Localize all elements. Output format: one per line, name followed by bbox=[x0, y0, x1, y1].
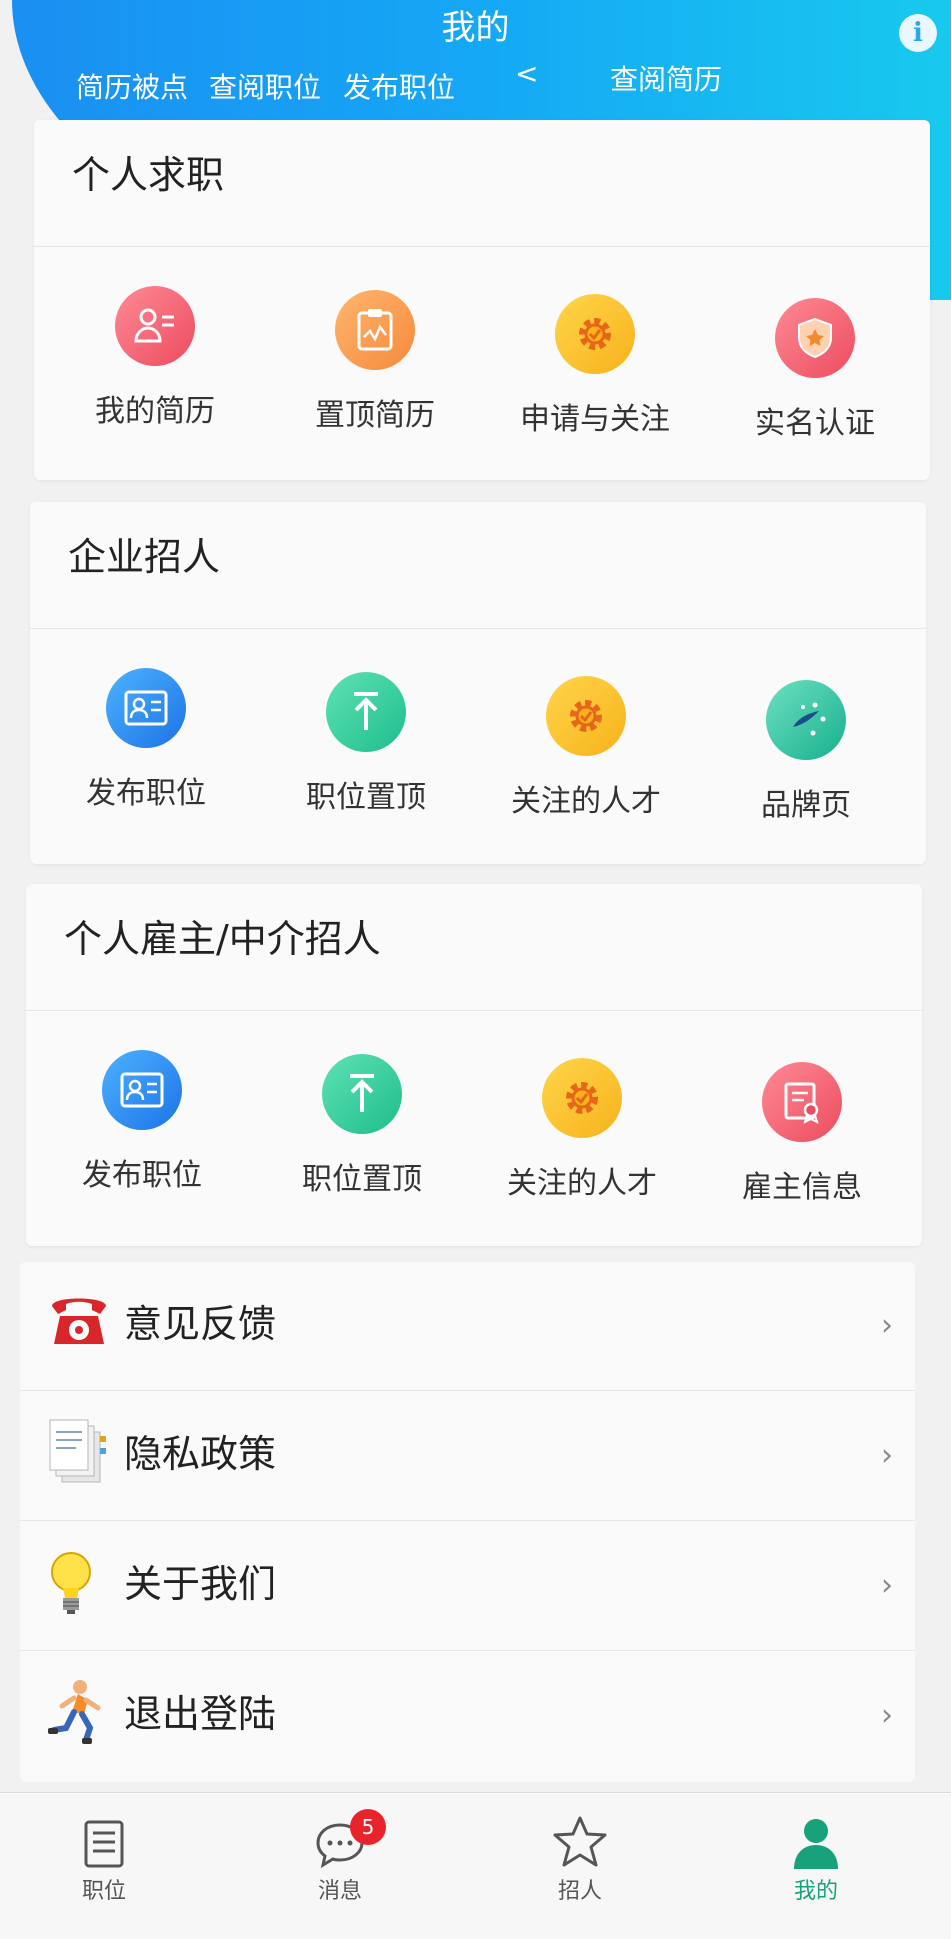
section-individual-employer: 个人雇主/中介招人 发布职位 职位置顶 关注的人才 雇主信息 bbox=[26, 884, 922, 1246]
divider bbox=[34, 246, 930, 247]
page-title: 我的 bbox=[441, 8, 510, 48]
chevron-right-icon: › bbox=[881, 1568, 893, 1603]
tab-hiring[interactable]: 招人 bbox=[510, 1811, 650, 1907]
tab-label: 消息 bbox=[317, 1879, 362, 1904]
menu-label: 意见反馈 bbox=[124, 1302, 277, 1346]
header-link-view-resumes[interactable]: 查阅简历 bbox=[610, 60, 722, 100]
grid-item-post-job[interactable]: 发布职位 bbox=[42, 1050, 242, 1196]
grid-item-pin-job[interactable]: 职位置顶 bbox=[262, 1054, 462, 1200]
tab-me[interactable]: 我的 bbox=[746, 1811, 886, 1907]
grid-label: 实名认证 bbox=[755, 406, 875, 441]
grid-label: 申请与关注 bbox=[520, 402, 670, 437]
info-icon[interactable]: i bbox=[899, 14, 937, 52]
section-company-hiring: 企业招人 发布职位 职位置顶 关注的人才 品牌页 bbox=[30, 502, 926, 864]
documents-icon bbox=[46, 1418, 112, 1490]
grid-item-employer-info[interactable]: 雇主信息 bbox=[702, 1062, 902, 1208]
divider bbox=[20, 1390, 915, 1391]
id-card-icon bbox=[106, 668, 186, 748]
grid-label: 职位置顶 bbox=[302, 1162, 422, 1197]
unread-badge: 5 bbox=[350, 1809, 386, 1845]
grid-label: 关注的人才 bbox=[511, 784, 661, 819]
section-title: 个人求职 bbox=[72, 153, 225, 197]
divider bbox=[20, 1520, 915, 1521]
shield-icon bbox=[775, 298, 855, 378]
section-job-seeker: 个人求职 我的简历 置顶简历 申请与关注 实名认证 bbox=[34, 120, 930, 480]
grid-label: 职位置顶 bbox=[306, 780, 426, 815]
header-link-resume-clicked[interactable]: 简历被点 bbox=[76, 68, 188, 108]
grid-item-pin-job[interactable]: 职位置顶 bbox=[266, 672, 466, 818]
grid-label: 置顶简历 bbox=[315, 398, 435, 433]
arrow-top-icon bbox=[322, 1054, 402, 1134]
menu-label: 关于我们 bbox=[124, 1562, 277, 1606]
gear-check-icon bbox=[542, 1058, 622, 1138]
telephone-icon bbox=[46, 1288, 112, 1360]
clipboard-chart-icon bbox=[335, 290, 415, 370]
star-icon bbox=[510, 1811, 650, 1869]
grid-label: 发布职位 bbox=[82, 1158, 202, 1193]
section-title: 企业招人 bbox=[68, 535, 221, 579]
chat-bubble-icon bbox=[270, 1811, 410, 1869]
divider bbox=[30, 628, 926, 629]
header-link-view-jobs[interactable]: 查阅职位 bbox=[209, 68, 321, 108]
lightbulb-icon bbox=[46, 1548, 112, 1620]
grid-item-followed-talent[interactable]: 关注的人才 bbox=[486, 676, 686, 822]
grid-item-brand-page[interactable]: 品牌页 bbox=[706, 680, 906, 826]
chevron-right-icon: › bbox=[881, 1698, 893, 1733]
header-link-post-job[interactable]: 发布职位 bbox=[343, 68, 455, 108]
resume-icon bbox=[115, 286, 195, 366]
chevron-right-icon: › bbox=[881, 1308, 893, 1343]
menu-label: 隐私政策 bbox=[124, 1432, 277, 1476]
grid-label: 发布职位 bbox=[86, 776, 206, 811]
divider bbox=[26, 1010, 922, 1011]
grid-label: 品牌页 bbox=[761, 788, 851, 823]
tab-label: 职位 bbox=[81, 1879, 126, 1904]
id-card-icon bbox=[102, 1050, 182, 1130]
menu-item-feedback[interactable]: 意见反馈 › bbox=[20, 1262, 915, 1390]
grid-item-verification[interactable]: 实名认证 bbox=[715, 298, 915, 444]
tab-label: 我的 bbox=[793, 1879, 838, 1904]
tab-jobs[interactable]: 职位 bbox=[34, 1811, 174, 1907]
grid-item-my-resume[interactable]: 我的简历 bbox=[55, 286, 255, 432]
menu-item-privacy[interactable]: 隐私政策 › bbox=[20, 1392, 915, 1520]
tab-label: 招人 bbox=[557, 1879, 602, 1904]
header-link-partial[interactable]: < bbox=[515, 54, 538, 94]
grid-item-post-job[interactable]: 发布职位 bbox=[46, 668, 246, 814]
grid-item-followed-talent[interactable]: 关注的人才 bbox=[482, 1058, 682, 1204]
grid-label: 关注的人才 bbox=[507, 1166, 657, 1201]
grid-label: 我的简历 bbox=[95, 394, 215, 429]
section-title: 个人雇主/中介招人 bbox=[64, 917, 381, 961]
runner-icon bbox=[46, 1678, 112, 1750]
grid-label: 雇主信息 bbox=[742, 1170, 862, 1205]
gear-check-icon bbox=[555, 294, 635, 374]
arrow-top-icon bbox=[326, 672, 406, 752]
menu-item-about[interactable]: 关于我们 › bbox=[20, 1522, 915, 1650]
tab-messages[interactable]: 消息 5 bbox=[270, 1809, 410, 1907]
person-icon bbox=[746, 1811, 886, 1869]
divider bbox=[20, 1650, 915, 1651]
settings-menu: 意见反馈 › 隐私政策 › 关于我们 › 退出登陆 › bbox=[20, 1262, 915, 1782]
certificate-icon bbox=[762, 1062, 842, 1142]
sparkle-icon bbox=[766, 680, 846, 760]
chevron-right-icon: › bbox=[881, 1438, 893, 1473]
menu-item-logout[interactable]: 退出登陆 › bbox=[20, 1652, 915, 1780]
document-icon bbox=[34, 1811, 174, 1869]
menu-label: 退出登陆 bbox=[124, 1692, 277, 1736]
bottom-tab-bar: 职位 消息 5 招人 我的 bbox=[0, 1792, 951, 1939]
gear-check-icon bbox=[546, 676, 626, 756]
grid-item-top-resume[interactable]: 置顶简历 bbox=[275, 290, 475, 436]
grid-item-applications[interactable]: 申请与关注 bbox=[495, 294, 695, 440]
